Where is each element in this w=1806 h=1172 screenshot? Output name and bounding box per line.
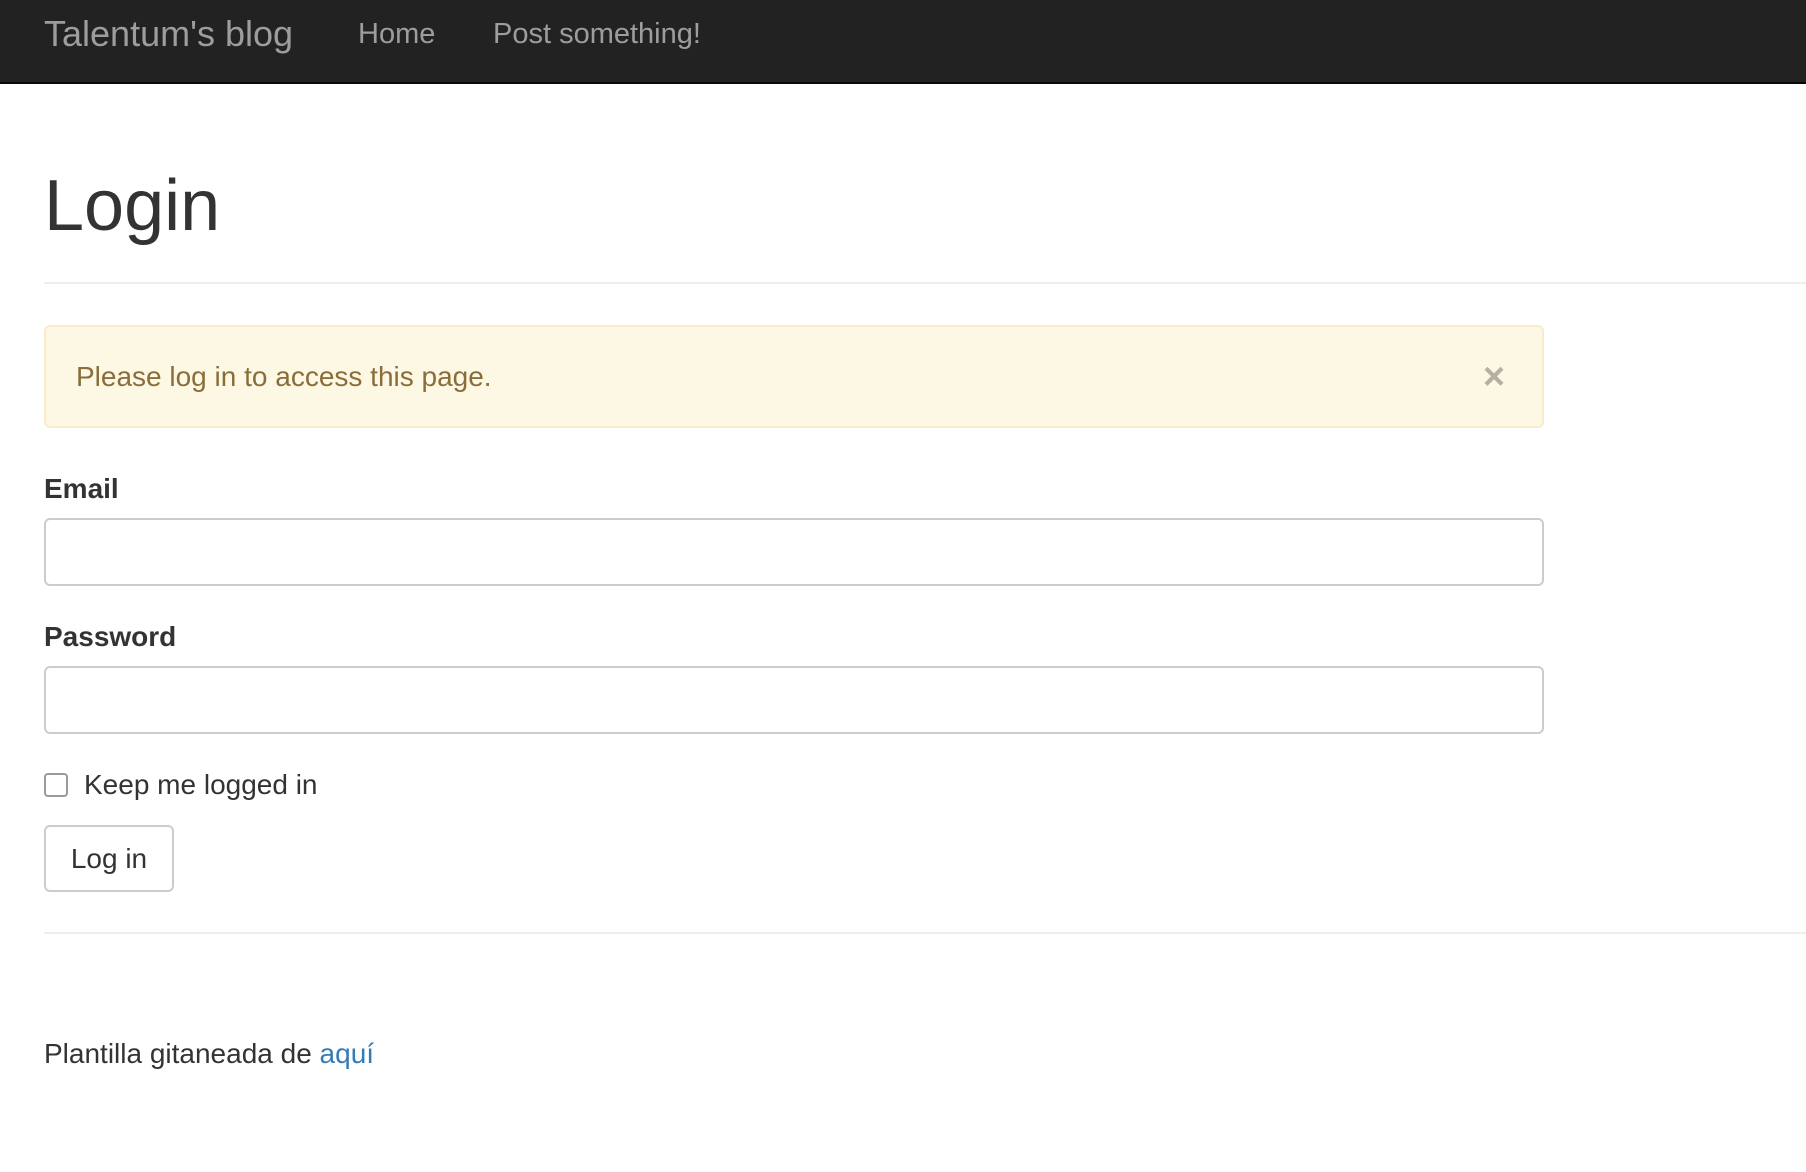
nav-link-home[interactable]: Home [358, 16, 435, 52]
title-divider [44, 282, 1806, 284]
password-field[interactable] [44, 666, 1544, 734]
page-title: Login [44, 166, 221, 246]
close-icon[interactable]: × [1476, 357, 1512, 397]
keep-logged-in-checkbox[interactable] [44, 773, 68, 797]
email-label: Email [44, 473, 119, 504]
nav-link-post-something[interactable]: Post something! [493, 16, 701, 52]
brand-link[interactable]: Talentum's blog [44, 12, 293, 56]
footer-link[interactable]: aquí [320, 1038, 375, 1069]
footer-text: Plantilla gitaneada de [44, 1038, 320, 1069]
log-in-button[interactable]: Log in [44, 825, 174, 892]
keep-logged-in-label[interactable]: Keep me logged in [84, 767, 318, 803]
email-field[interactable] [44, 518, 1544, 586]
alert-message: Please log in to access this page. [76, 361, 492, 392]
password-label: Password [44, 621, 177, 652]
warning-alert: Please log in to access this page. × [44, 325, 1544, 428]
footer: Plantilla gitaneada de aquí [44, 1036, 374, 1072]
top-navbar: Talentum's blog Home Post something! [0, 0, 1806, 84]
footer-divider [44, 932, 1806, 934]
